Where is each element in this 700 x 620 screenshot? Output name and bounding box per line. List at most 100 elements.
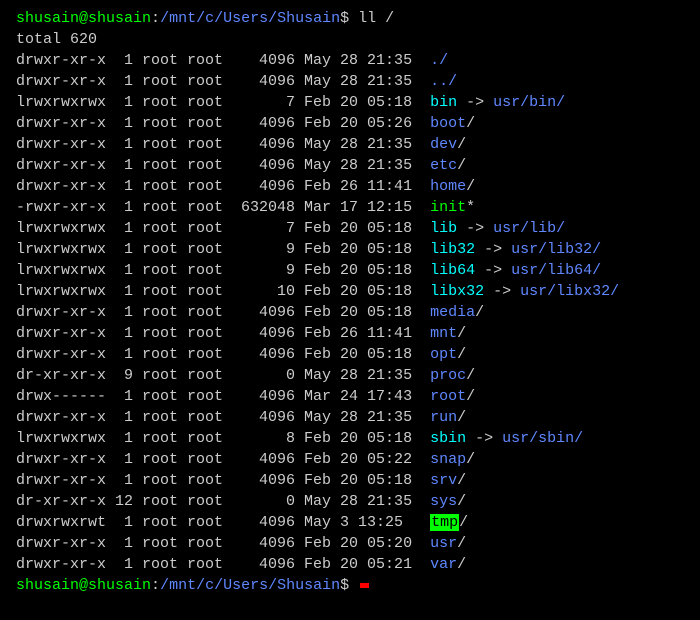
link-count: 1 (115, 113, 133, 134)
list-item: drwxr-xr-x 1 rootroot4096 Feb 26 11:41 h… (16, 176, 684, 197)
group: root (187, 407, 232, 428)
dir-slash: / (457, 535, 466, 552)
owner: root (142, 260, 187, 281)
group: root (187, 491, 232, 512)
size: 4096 (232, 386, 295, 407)
group: root (187, 218, 232, 239)
date: Feb 26 11:41 (304, 323, 421, 344)
group: root (187, 554, 232, 575)
date: May 28 21:35 (304, 365, 421, 386)
date: May 28 21:35 (304, 407, 421, 428)
permissions: lrwxrwxrwx (16, 239, 106, 260)
symlink-arrow: -> (457, 220, 493, 237)
group: root (187, 113, 232, 134)
list-item: drwxr-xr-x 1 rootroot4096 Feb 20 05:20 u… (16, 533, 684, 554)
permissions: drwxr-xr-x (16, 554, 106, 575)
owner: root (142, 491, 187, 512)
group: root (187, 71, 232, 92)
prompt-dollar: $ (340, 577, 349, 594)
link-count: 1 (115, 449, 133, 470)
owner: root (142, 449, 187, 470)
group: root (187, 176, 232, 197)
date: Feb 20 05:22 (304, 449, 421, 470)
dir-slash: / (457, 409, 466, 426)
prompt-colon: : (151, 577, 160, 594)
permissions: -rwxr-xr-x (16, 197, 106, 218)
owner: root (142, 470, 187, 491)
list-item: dr-xr-xr-x 9 rootroot0 May 28 21:35 proc… (16, 365, 684, 386)
permissions: lrwxrwxrwx (16, 218, 106, 239)
permissions: dr-xr-xr-x (16, 365, 106, 386)
group: root (187, 365, 232, 386)
owner: root (142, 113, 187, 134)
permissions: drwxr-xr-x (16, 470, 106, 491)
size: 632048 (232, 197, 295, 218)
symlink-target: usr/lib64/ (511, 262, 601, 279)
size: 4096 (232, 71, 295, 92)
owner: root (142, 71, 187, 92)
link-count: 1 (115, 428, 133, 449)
prompt-at: @ (79, 10, 88, 27)
group: root (187, 428, 232, 449)
group: root (187, 197, 232, 218)
exec-name: init (430, 199, 466, 216)
dir-slash: / (466, 178, 475, 195)
list-item: lrwxrwxrwx 1 rootroot9 Feb 20 05:18 lib6… (16, 260, 684, 281)
size: 4096 (232, 344, 295, 365)
size: 4096 (232, 50, 295, 71)
terminal-output[interactable]: shusain@shusain:/mnt/c/Users/Shusain$ ll… (16, 8, 684, 596)
owner: root (142, 512, 187, 533)
size: 4096 (232, 554, 295, 575)
group: root (187, 470, 232, 491)
owner: root (142, 365, 187, 386)
symlink-target: usr/bin/ (493, 94, 565, 111)
dir-slash: / (466, 388, 475, 405)
permissions: lrwxrwxrwx (16, 92, 106, 113)
size: 4096 (232, 176, 295, 197)
list-item: lrwxrwxrwx 1 rootroot9 Feb 20 05:18 lib3… (16, 239, 684, 260)
date: Feb 20 05:18 (304, 281, 421, 302)
permissions: lrwxrwxrwx (16, 281, 106, 302)
size: 9 (232, 260, 295, 281)
size: 0 (232, 365, 295, 386)
permissions: drwxr-xr-x (16, 344, 106, 365)
file-listing: drwxr-xr-x 1 rootroot4096 May 28 21:35 .… (16, 50, 684, 575)
list-item: drwxr-xr-x 1 rootroot4096 May 28 21:35 .… (16, 71, 684, 92)
link-count: 1 (115, 92, 133, 113)
list-item: drwxr-xr-x 1 rootroot4096 Feb 20 05:21 v… (16, 554, 684, 575)
link-count: 1 (115, 512, 133, 533)
link-count: 1 (115, 302, 133, 323)
size: 9 (232, 239, 295, 260)
list-item: drwxr-xr-x 1 rootroot4096 May 28 21:35 e… (16, 155, 684, 176)
group: root (187, 344, 232, 365)
date: May 28 21:35 (304, 50, 421, 71)
list-item: drwx------ 1 rootroot4096 Mar 24 17:43 r… (16, 386, 684, 407)
link-count: 1 (115, 176, 133, 197)
owner: root (142, 302, 187, 323)
link-count: 1 (115, 260, 133, 281)
link-count: 1 (115, 281, 133, 302)
dir-name: usr (430, 535, 457, 552)
size: 4096 (232, 302, 295, 323)
symlink-target: usr/lib/ (493, 220, 565, 237)
dir-name: boot (430, 115, 466, 132)
group: root (187, 386, 232, 407)
dir-name: ../ (430, 73, 457, 90)
link-count: 1 (115, 470, 133, 491)
group: root (187, 512, 232, 533)
group: root (187, 449, 232, 470)
list-item: drwxr-xr-x 1 rootroot4096 Feb 20 05:18 o… (16, 344, 684, 365)
symlink-arrow: -> (475, 262, 511, 279)
permissions: drwxr-xr-x (16, 71, 106, 92)
prompt-at: @ (79, 577, 88, 594)
dir-name: mnt (430, 325, 457, 342)
dir-name: dev (430, 136, 457, 153)
list-item: drwxrwxrwt 1 rootroot4096 May 3 13:25 tm… (16, 512, 684, 533)
list-item: drwxr-xr-x 1 rootroot4096 May 28 21:35 r… (16, 407, 684, 428)
exec-star: * (466, 199, 475, 216)
date: May 3 13:25 (304, 512, 421, 533)
owner: root (142, 176, 187, 197)
symlink-name: lib32 (430, 241, 475, 258)
group: root (187, 50, 232, 71)
list-item: drwxr-xr-x 1 rootroot4096 Feb 20 05:18 s… (16, 470, 684, 491)
